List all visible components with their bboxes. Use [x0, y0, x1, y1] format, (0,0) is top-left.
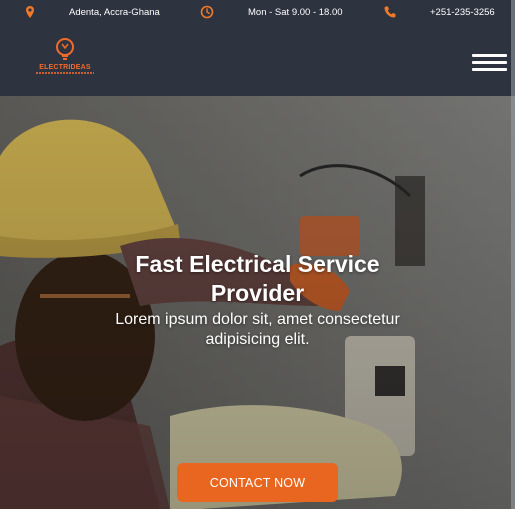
location-text: Adenta, Accra-Ghana [69, 6, 160, 18]
main-navbar: ELECTRIDEAS [0, 24, 515, 96]
lightbulb-logo-icon [56, 38, 74, 60]
phone-info[interactable]: +251-235-3256 [383, 0, 495, 24]
menu-bar-top [472, 54, 507, 57]
hero-title: Fast Electrical Service Provider [135, 251, 380, 306]
clock-icon [200, 5, 214, 19]
map-pin-icon [26, 6, 34, 18]
hero-subtitle: Lorem ipsum dolor sit, amet consectetur … [115, 311, 400, 348]
hamburger-menu-icon[interactable] [472, 52, 508, 72]
contact-now-button[interactable]: CONTACT NOW [177, 463, 338, 502]
location-info: Adenta, Accra-Ghana [23, 0, 160, 24]
menu-bar-bottom [472, 68, 507, 71]
phone-text: +251-235-3256 [430, 6, 495, 18]
page-scrollbar[interactable] [511, 0, 515, 509]
brand-logo[interactable]: ELECTRIDEAS [36, 36, 94, 78]
hours-text: Mon - Sat 9.00 - 18.00 [248, 6, 343, 18]
hours-info: Mon - Sat 9.00 - 18.00 [200, 0, 343, 24]
phone-icon [384, 6, 396, 18]
top-info-bar: Adenta, Accra-Ghana Mon - Sat 9.00 - 18.… [0, 0, 515, 24]
brand-name: ELECTRIDEAS [39, 64, 91, 71]
brand-tagline-graphic [36, 72, 94, 74]
menu-bar-middle [472, 61, 507, 64]
hero-section: Fast Electrical Service Provider Lorem i… [0, 96, 515, 509]
